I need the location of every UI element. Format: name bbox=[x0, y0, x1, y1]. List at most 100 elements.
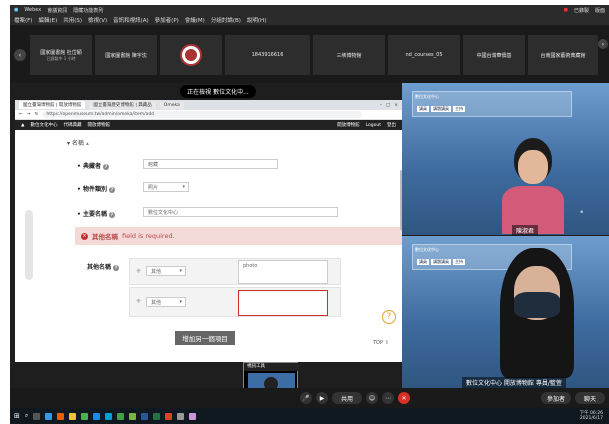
menu-view[interactable]: 檢視(V) bbox=[88, 16, 107, 24]
chrome-icon[interactable] bbox=[81, 412, 89, 420]
participant-tile[interactable]: 三峽博物館 bbox=[313, 35, 385, 75]
menu-file[interactable]: 檔案(F) bbox=[14, 16, 32, 24]
site-nav-item[interactable]: 代碼典藏 bbox=[63, 122, 81, 128]
site-nav-item[interactable]: 數位文化中心 bbox=[30, 122, 57, 128]
windows-start-icon[interactable]: ⊞ bbox=[14, 412, 20, 420]
other-name-type-select[interactable]: 其他 ▾ bbox=[146, 266, 186, 276]
participant-name: nd_courses_05 bbox=[405, 52, 443, 58]
help-question-button[interactable]: ? bbox=[382, 310, 396, 324]
participant-tile[interactable] bbox=[160, 35, 222, 75]
maximize-icon[interactable]: □ bbox=[386, 103, 390, 108]
reload-icon[interactable]: ↻ bbox=[35, 112, 39, 117]
banner-chip: 主持 bbox=[453, 259, 465, 265]
menu-share[interactable]: 共用(S) bbox=[63, 16, 82, 24]
error-field: 其他名稱 bbox=[92, 233, 118, 241]
explorer-icon[interactable] bbox=[69, 412, 77, 420]
add-item-button[interactable]: 增加另一個項目 bbox=[175, 331, 235, 345]
banner-chip: 主持 bbox=[453, 106, 465, 112]
other-names-label: 其他名稱? bbox=[87, 264, 120, 271]
site-nav-right[interactable]: 開放博物館 bbox=[337, 122, 360, 128]
video-tile[interactable]: 數位文化中心 講員 講題講員 主持 ⊕ 陳淑君 bbox=[402, 83, 609, 235]
system-clock[interactable]: 下午 06:26 2021/6/17 bbox=[580, 411, 603, 421]
firefox-icon[interactable] bbox=[57, 412, 65, 420]
main-title-input[interactable]: 數位文化中心 bbox=[143, 207, 338, 217]
hide-menu-link[interactable]: 隱藏功能表列 bbox=[73, 7, 103, 14]
participant-tile[interactable]: 1843916616 bbox=[225, 35, 310, 75]
more-options-button[interactable]: ⋯ bbox=[382, 392, 394, 404]
browser-tab[interactable]: Omeka bbox=[159, 101, 184, 109]
menu-breakout[interactable]: 分組討論(B) bbox=[211, 16, 241, 24]
owner-input[interactable]: 館藏 bbox=[143, 159, 278, 169]
strip-prev-button[interactable]: ‹ bbox=[14, 49, 26, 61]
help-icon[interactable]: ? bbox=[108, 211, 115, 218]
back-icon[interactable]: ← bbox=[19, 112, 23, 117]
layout-button[interactable]: 版面 bbox=[595, 7, 605, 14]
shared-browser: 國立臺灣博物館 | 開放博物館 國立臺灣歷史博物館 | 典藏品 Omeka – … bbox=[15, 100, 402, 362]
browser-tab[interactable]: 國立臺灣歷史博物館 | 典藏品 bbox=[89, 101, 156, 109]
edge-icon[interactable] bbox=[45, 412, 53, 420]
participant-tile[interactable]: nd_courses_05 bbox=[388, 35, 460, 75]
video-tile[interactable]: 數位文化中心 講員 講題講員 主持 數位文化中心 開放博物館 專員/籃萱 bbox=[402, 236, 609, 388]
meeting-info-link[interactable]: 會議資訊 bbox=[47, 7, 67, 14]
main-title-label: • 主要名稱? bbox=[77, 211, 115, 218]
word-icon[interactable] bbox=[141, 412, 149, 420]
strip-next-button[interactable]: › bbox=[598, 39, 608, 49]
mute-button[interactable]: 🎤 bbox=[300, 392, 312, 404]
participant-tile[interactable]: 國家圖書館 杜岱穎 已錄製中 1 小時 bbox=[30, 35, 92, 75]
excel-icon[interactable] bbox=[153, 412, 161, 420]
url-field[interactable]: https://openmuseum.tw/admin/omeka/item/a… bbox=[42, 111, 362, 118]
to-top-link[interactable]: TOP ⇧ bbox=[373, 340, 389, 346]
webex-icon[interactable] bbox=[105, 412, 113, 420]
menu-meeting[interactable]: 會議(M) bbox=[185, 16, 205, 24]
ie-icon[interactable] bbox=[93, 412, 101, 420]
menu-participants[interactable]: 參加者(P) bbox=[155, 16, 179, 24]
app-icon[interactable] bbox=[189, 412, 197, 420]
drag-handle-icon[interactable]: ⁜ bbox=[136, 298, 141, 305]
forward-icon[interactable]: → bbox=[27, 112, 31, 117]
participants-button[interactable]: 參加者 bbox=[541, 392, 571, 404]
chevron-down-icon: ▾ bbox=[182, 184, 185, 190]
other-name-text-empty[interactable] bbox=[238, 290, 328, 316]
menu-edit[interactable]: 編輯(E) bbox=[38, 16, 57, 24]
share-banner[interactable]: 正在檢視 數位文化中... bbox=[180, 85, 256, 98]
app-icon[interactable] bbox=[117, 412, 125, 420]
help-icon[interactable]: ? bbox=[113, 264, 120, 271]
title-bar: ● Webex 會議資訊 隱藏功能表列 ● 已錄製 版面 bbox=[10, 5, 609, 15]
taskview-icon[interactable] bbox=[33, 412, 41, 420]
other-name-type-select[interactable]: 其他 ▾ bbox=[146, 297, 186, 307]
record-icon: ● bbox=[563, 7, 568, 13]
hang-up-button[interactable]: ✕ bbox=[398, 392, 410, 404]
close-icon[interactable]: × bbox=[394, 103, 398, 108]
participant-name: 國家圖書館 陳宇沈 bbox=[105, 52, 147, 59]
app-icon[interactable] bbox=[129, 412, 137, 420]
share-button[interactable]: 共用 bbox=[332, 392, 362, 404]
powerpoint-icon[interactable] bbox=[165, 412, 173, 420]
video-button[interactable]: ▶ bbox=[316, 392, 328, 404]
search-icon[interactable]: ⌕ bbox=[25, 412, 28, 420]
site-nav-right[interactable]: 登出 bbox=[387, 122, 396, 128]
help-icon[interactable]: ? bbox=[108, 186, 115, 193]
chat-button[interactable]: 聊天 bbox=[575, 392, 605, 404]
site-nav-right[interactable]: Logout bbox=[366, 123, 381, 128]
drag-handle-icon[interactable]: ⁜ bbox=[136, 268, 141, 275]
category-select[interactable]: 照片 ▾ bbox=[143, 182, 189, 192]
participant-tile[interactable]: 中國台灣華僑基 bbox=[463, 35, 525, 75]
participant-tile[interactable]: 台南國家藝術典藏館 bbox=[528, 35, 598, 75]
site-nav-item[interactable]: 開放博物館 bbox=[87, 122, 110, 128]
other-name-text[interactable]: photo bbox=[238, 260, 328, 284]
participant-name: 國家圖書館 杜岱穎 bbox=[40, 49, 82, 56]
browser-tab[interactable]: 國立臺灣博物館 | 開放博物館 bbox=[19, 101, 86, 109]
app-icon[interactable] bbox=[177, 412, 185, 420]
menu-audio-video[interactable]: 音訊和視訊(A) bbox=[113, 16, 149, 24]
other-name-row: ⁜ 其他 ▾ photo bbox=[129, 258, 341, 285]
event-banner: 數位文化中心 講員 講題講員 主持 bbox=[412, 91, 572, 117]
menu-help[interactable]: 說明(H) bbox=[247, 16, 266, 24]
minimize-icon[interactable]: – bbox=[380, 103, 382, 108]
home-icon[interactable]: ▲ bbox=[21, 123, 24, 128]
browser-tabs: 國立臺灣博物館 | 開放博物館 國立臺灣歷史博物館 | 典藏品 Omeka – … bbox=[15, 100, 402, 110]
help-icon[interactable]: ? bbox=[102, 163, 109, 170]
reaction-button[interactable]: ☺ bbox=[366, 392, 378, 404]
side-toolbar[interactable] bbox=[25, 210, 33, 280]
window-title: Webex bbox=[24, 7, 42, 13]
participant-tile[interactable]: 國家圖書館 陳宇沈 bbox=[95, 35, 157, 75]
